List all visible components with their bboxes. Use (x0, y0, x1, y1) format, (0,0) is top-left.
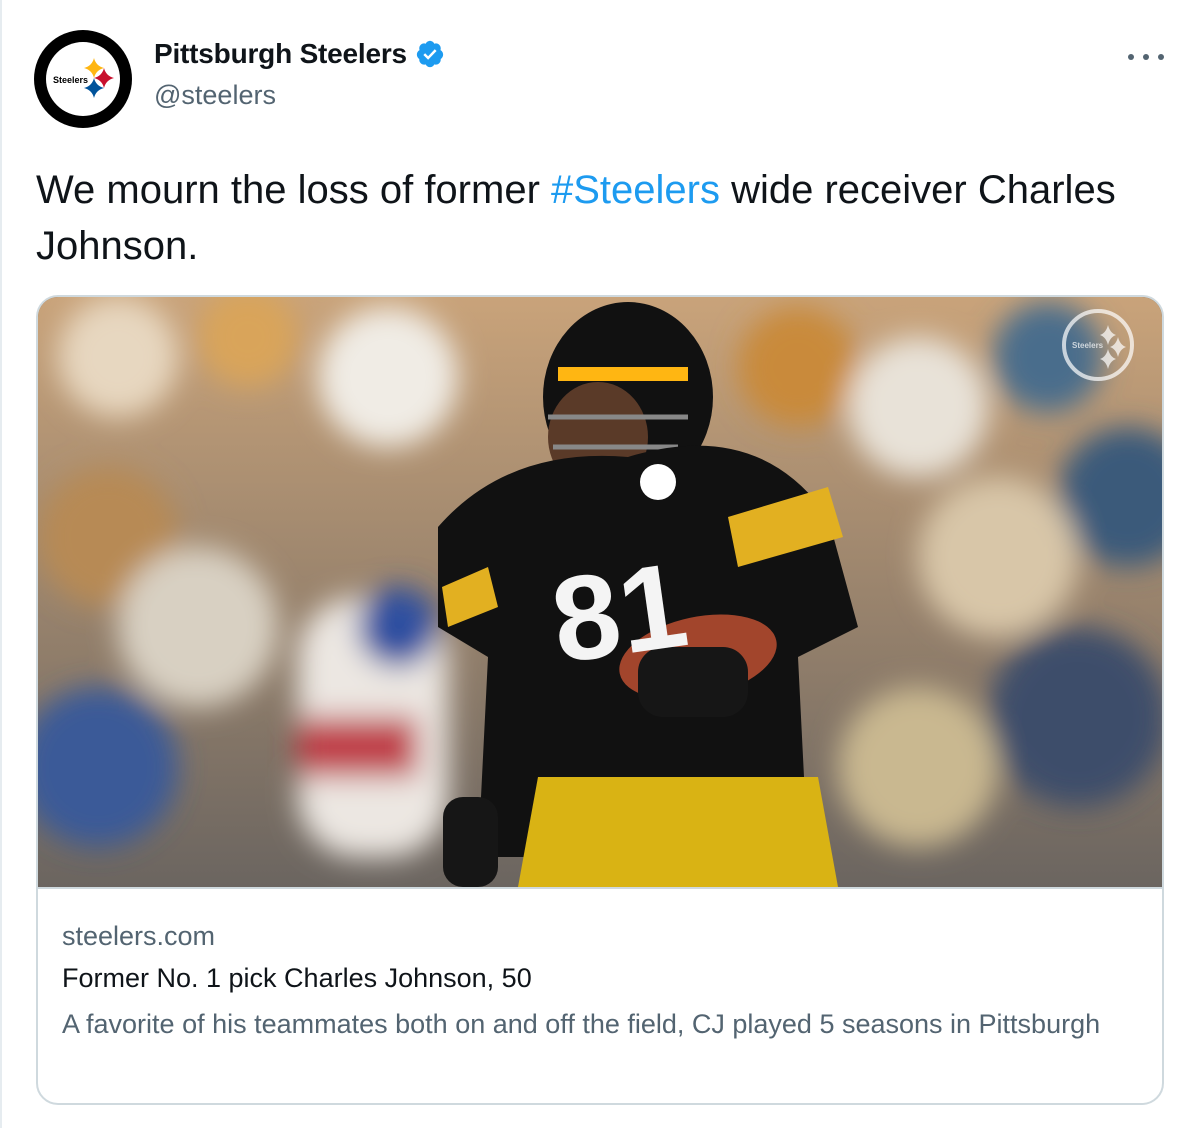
card-body[interactable]: steelers.com Former No. 1 pick Charles J… (38, 887, 1162, 1103)
steelers-logo-icon: Steelers (46, 42, 120, 116)
verified-badge-icon (415, 39, 445, 69)
card-image[interactable]: 81 Steelers (38, 297, 1162, 887)
tweet-text-start: We mourn the loss of former (36, 168, 551, 212)
tweet[interactable]: Steelers Pittsburgh Steelers @steelers W… (0, 0, 1198, 1128)
more-options-icon[interactable] (1128, 42, 1164, 72)
card-description: A favorite of his teammates both on and … (62, 1009, 1101, 1039)
avatar[interactable]: Steelers (34, 30, 132, 128)
football-player-photo: 81 Steelers (38, 297, 1162, 887)
display-name[interactable]: Pittsburgh Steelers (154, 38, 445, 70)
card-title: Former No. 1 pick Charles Johnson, 50 (62, 963, 532, 993)
avatar-wordmark: Steelers (53, 75, 88, 85)
link-card[interactable]: 81 Steelers steelers.com Former No. 1 pi… (36, 295, 1164, 1105)
jersey-number: 81 (544, 537, 695, 688)
watermark-text: Steelers (1072, 341, 1104, 350)
tweet-text: We mourn the loss of former #Steelers wi… (36, 162, 1156, 274)
timeline-border (0, 0, 2, 1128)
card-domain: steelers.com (62, 921, 216, 951)
display-name-text[interactable]: Pittsburgh Steelers (154, 38, 407, 70)
account-handle[interactable]: @steelers (154, 80, 276, 111)
hashtag-link[interactable]: #Steelers (551, 168, 720, 212)
